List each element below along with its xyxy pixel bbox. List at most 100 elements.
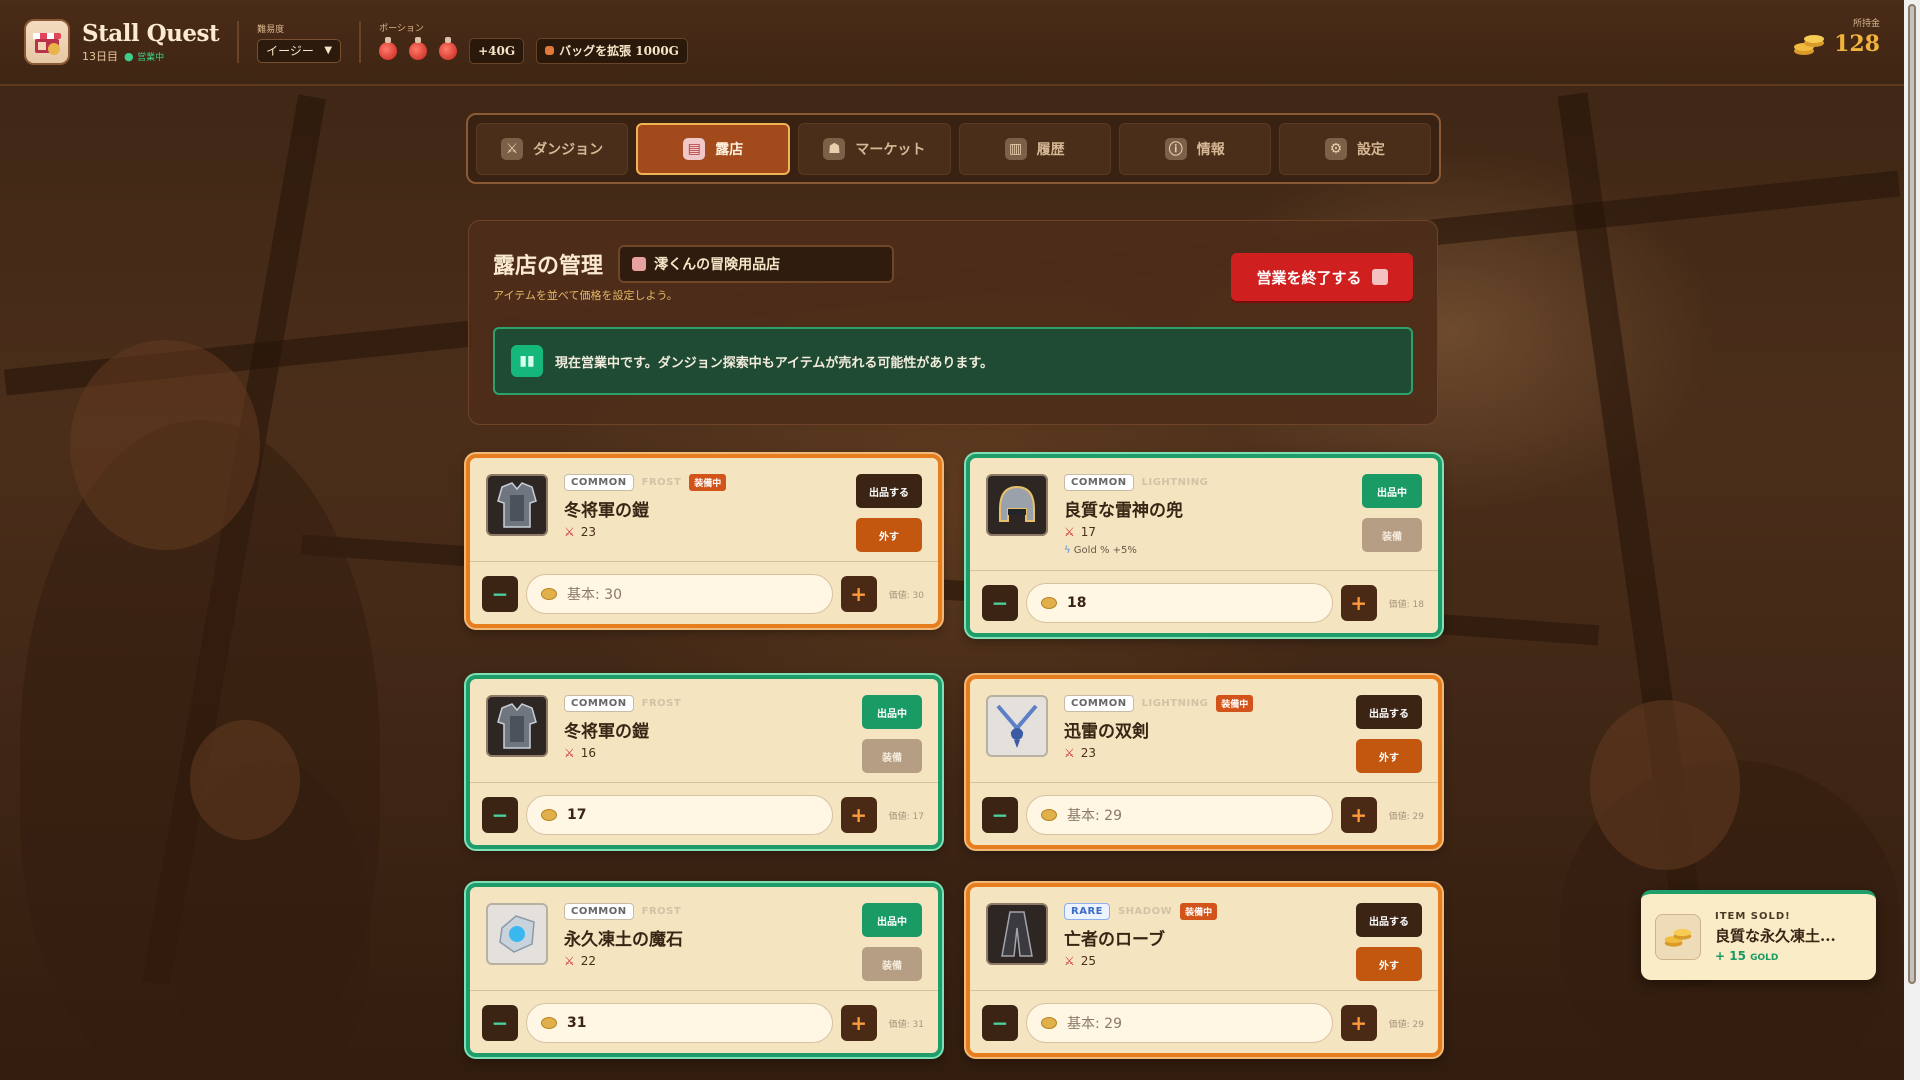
item-card: COMMON LIGHTNING 良質な雷神の兜 ⚔ 17 ϟ Gold % +5… xyxy=(966,454,1442,637)
gold-amount: 128 xyxy=(1834,31,1880,57)
stall-icon: ▤ xyxy=(683,138,706,160)
item-card: COMMON FROST 永久凍土の魔石 ⚔ 22 出品中 装備 − 31 + 価… xyxy=(466,883,942,1057)
difficulty-select[interactable]: イージー ▼ xyxy=(257,38,342,63)
increase-price-button[interactable]: + xyxy=(840,797,877,833)
tab-market[interactable]: ☗ マーケット xyxy=(798,123,951,175)
decrease-price-button[interactable]: − xyxy=(482,797,518,833)
toast-item-name: 良質な永久凍土... xyxy=(1715,927,1836,945)
price-input[interactable]: 基本: 29 xyxy=(1026,795,1333,835)
tab-label: ダンジョン xyxy=(533,142,604,158)
decrease-price-button[interactable]: − xyxy=(482,1005,518,1041)
coin-icon xyxy=(541,809,557,821)
tab-history[interactable]: ▥ 履歴 xyxy=(958,123,1111,175)
increase-price-button[interactable]: + xyxy=(1340,797,1377,833)
main-nav-tabs: ⚔ ダンジョン ▤ 露店 ☗ マーケット ▥ 履歴 ⓘ 情報 ⚙ 設定 xyxy=(466,113,1441,184)
chevron-down-icon: ▼ xyxy=(324,45,333,56)
equip-button[interactable]: 装備 xyxy=(862,739,922,773)
divider xyxy=(359,21,362,63)
listing-status-button[interactable]: 出品中 xyxy=(862,903,922,937)
bag-expand-label: バッグを拡張 1000G xyxy=(559,44,679,58)
rarity-badge: COMMON xyxy=(564,695,634,712)
tab-info[interactable]: ⓘ 情報 xyxy=(1118,123,1271,175)
element-label: LIGHTNING xyxy=(1141,698,1209,709)
tab-stall[interactable]: ▤ 露店 xyxy=(636,123,791,175)
increase-price-button[interactable]: + xyxy=(840,576,877,612)
item-attack: ⚔ 16 xyxy=(564,746,681,760)
coins-icon xyxy=(1655,914,1701,960)
brand: Stall Quest 13日目 ● 営業中 xyxy=(82,20,220,64)
armor-icon xyxy=(486,474,548,536)
attack-value: 16 xyxy=(580,746,597,760)
rarity-badge: COMMON xyxy=(1064,695,1134,712)
attack-value: 22 xyxy=(580,954,597,968)
scrollbar-thumb[interactable] xyxy=(1908,4,1916,984)
tab-settings[interactable]: ⚙ 設定 xyxy=(1278,123,1432,175)
increase-price-button[interactable]: + xyxy=(1340,1005,1377,1041)
increase-price-button[interactable]: + xyxy=(1340,585,1377,621)
rarity-badge: COMMON xyxy=(1064,474,1134,491)
price-input[interactable]: 基本: 29 xyxy=(1026,1003,1333,1043)
price-input[interactable]: 18 xyxy=(1026,583,1333,623)
value-note: 価値: 18 xyxy=(1388,599,1424,610)
unequip-button[interactable]: 外す xyxy=(1356,739,1422,773)
equip-button[interactable]: 装備 xyxy=(862,947,922,981)
value-note: 価値: 29 xyxy=(1388,1019,1424,1030)
status-message: 現在営業中です。ダンジョン探索中もアイテムが売れる可能性があります。 xyxy=(555,355,994,371)
rarity-badge: COMMON xyxy=(564,474,634,491)
price-value: 31 xyxy=(567,1015,587,1031)
listing-status-button[interactable]: 出品中 xyxy=(862,695,922,729)
item-name: 亡者のローブ xyxy=(1064,930,1165,950)
toast-title: ITEM SOLD! xyxy=(1715,911,1791,922)
unequip-button[interactable]: 外す xyxy=(1356,947,1422,981)
rarity-badge: COMMON xyxy=(564,903,634,920)
decrease-price-button[interactable]: − xyxy=(982,585,1018,621)
value-note: 価値: 17 xyxy=(888,811,924,822)
unequip-button[interactable]: 外す xyxy=(856,518,922,552)
rarity-badge: RARE xyxy=(1064,903,1110,920)
decrease-price-button[interactable]: − xyxy=(982,797,1018,833)
price-input[interactable]: 基本: 30 xyxy=(526,574,833,614)
price-input[interactable]: 17 xyxy=(526,795,833,835)
item-name: 良質な雷神の兜 xyxy=(1064,501,1183,521)
list-item-button[interactable]: 出品する xyxy=(1356,695,1422,729)
gold-bonus-text: +40G xyxy=(478,43,516,58)
increase-price-button[interactable]: + xyxy=(840,1005,877,1041)
potion-group: ポーション +40G バッグを拡張 1000G xyxy=(379,21,688,64)
potion-icon[interactable] xyxy=(379,36,398,60)
item-card: RARE SHADOW 装備中 亡者のローブ ⚔ 25 出品する 外す − 基本:… xyxy=(966,883,1442,1057)
chart-icon: ▮▮ xyxy=(511,345,543,377)
end-business-button[interactable]: 営業を終了する xyxy=(1231,253,1413,301)
equip-button[interactable]: 装備 xyxy=(1362,518,1422,552)
difficulty-value: イージー xyxy=(266,44,314,58)
gear-icon: ⚙ xyxy=(1324,138,1347,160)
top-bar: Stall Quest 13日目 ● 営業中 難易度 イージー ▼ ポーション +… xyxy=(0,0,1904,86)
list-item-button[interactable]: 出品する xyxy=(1356,903,1422,937)
list-item-button[interactable]: 出品する xyxy=(856,474,922,508)
potion-icon[interactable] xyxy=(439,36,458,60)
listing-status-button[interactable]: 出品中 xyxy=(1362,474,1422,508)
value-note: 価値: 30 xyxy=(888,590,924,601)
item-card: COMMON FROST 冬将軍の鎧 ⚔ 16 出品中 装備 − 17 + 価値:… xyxy=(466,675,942,849)
crossed-swords-icon: ⚔ xyxy=(501,138,524,160)
decrease-price-button[interactable]: − xyxy=(482,576,518,612)
price-value: 17 xyxy=(567,807,587,823)
attack-value: 17 xyxy=(1080,525,1097,539)
business-status-banner: ▮▮ 現在営業中です。ダンジョン探索中もアイテムが売れる可能性があります。 xyxy=(493,327,1413,395)
item-sold-toast[interactable]: ITEM SOLD! 良質な永久凍土... + 15 GOLD xyxy=(1641,890,1876,980)
item-name: 冬将軍の鎧 xyxy=(564,501,649,521)
tab-dungeon[interactable]: ⚔ ダンジョン xyxy=(476,123,629,175)
open-status: 営業中 xyxy=(137,53,165,63)
equipped-badge: 装備中 xyxy=(689,474,727,491)
page-scrollbar[interactable] xyxy=(1904,0,1920,1080)
decrease-price-button[interactable]: − xyxy=(982,1005,1018,1041)
attack-value: 25 xyxy=(1080,954,1097,968)
day-status: 13日目 ● 営業中 xyxy=(82,48,219,64)
divider xyxy=(237,21,240,63)
price-input[interactable]: 31 xyxy=(526,1003,833,1043)
bag-expand-button[interactable]: バッグを拡張 1000G xyxy=(536,37,688,64)
price-placeholder: 基本: 29 xyxy=(1067,1016,1122,1032)
toast-amount: + 15 GOLD xyxy=(1715,949,1836,963)
item-name: 迅雷の双剣 xyxy=(1064,722,1149,742)
shop-name-input[interactable]: 澪くんの冒険用品店 xyxy=(618,245,895,283)
potion-icon[interactable] xyxy=(409,36,428,60)
